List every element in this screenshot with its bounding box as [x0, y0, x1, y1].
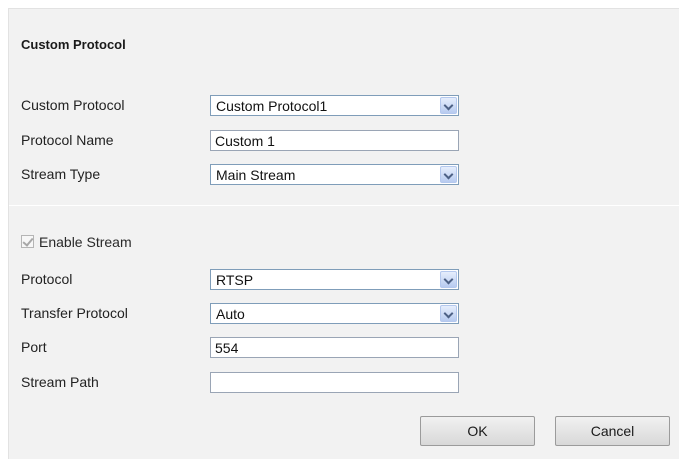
transfer-protocol-select[interactable]: Auto: [210, 303, 459, 324]
port-label: Port: [21, 339, 47, 355]
chevron-down-icon[interactable]: [440, 271, 457, 288]
port-field[interactable]: [210, 337, 459, 358]
protocol-name-field[interactable]: [210, 130, 459, 151]
stream-type-select[interactable]: Main Stream: [210, 164, 459, 185]
protocol-label: Protocol: [21, 271, 73, 287]
transfer-protocol-label: Transfer Protocol: [21, 305, 128, 321]
stream-path-field[interactable]: [210, 372, 459, 393]
chevron-down-icon[interactable]: [440, 166, 457, 183]
port-input[interactable]: [211, 338, 458, 357]
protocol-select[interactable]: RTSP: [210, 269, 459, 290]
section-divider: [9, 205, 679, 206]
custom-protocol-label: Custom Protocol: [21, 97, 125, 113]
stream-path-label: Stream Path: [21, 374, 99, 390]
cancel-button[interactable]: Cancel: [555, 416, 670, 446]
protocol-name-input[interactable]: [211, 131, 458, 150]
chevron-down-icon[interactable]: [440, 97, 457, 114]
stream-type-label: Stream Type: [21, 166, 101, 182]
transfer-protocol-value: Auto: [216, 306, 245, 322]
protocol-value: RTSP: [216, 272, 254, 288]
chevron-down-icon[interactable]: [440, 305, 457, 322]
custom-protocol-panel: Custom Protocol Custom Protocol Custom P…: [8, 8, 679, 459]
enable-stream-label: Enable Stream: [39, 234, 132, 250]
stream-type-value: Main Stream: [216, 167, 296, 183]
enable-stream-checkbox[interactable]: [21, 235, 34, 248]
custom-protocol-value: Custom Protocol1: [216, 98, 328, 114]
ok-button[interactable]: OK: [420, 416, 535, 446]
protocol-name-label: Protocol Name: [21, 132, 114, 148]
section-title: Custom Protocol: [21, 37, 126, 52]
custom-protocol-select[interactable]: Custom Protocol1: [210, 95, 459, 116]
stream-path-input[interactable]: [211, 373, 458, 392]
